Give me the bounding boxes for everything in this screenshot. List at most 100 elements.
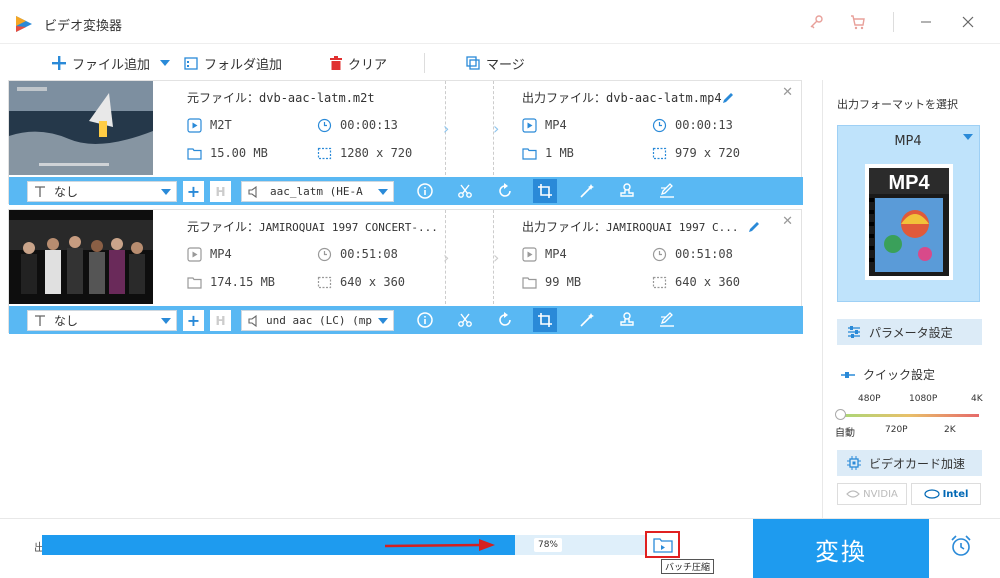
scissors-icon[interactable] bbox=[455, 182, 475, 200]
source-size: 15.00 MB bbox=[210, 146, 268, 160]
remove-file-icon[interactable]: ✕ bbox=[782, 214, 793, 229]
effects-wand-icon[interactable] bbox=[577, 182, 597, 200]
output-duration: 00:51:08 bbox=[675, 247, 733, 261]
parameter-settings-button[interactable]: パラメータ設定 bbox=[837, 319, 982, 345]
remove-file-icon[interactable]: ✕ bbox=[782, 85, 793, 100]
nvidia-eye-icon bbox=[846, 490, 860, 498]
output-size: 1 MB bbox=[545, 146, 574, 160]
bottom-bar: 出 78% バッチ圧縮 変換 bbox=[0, 518, 1000, 578]
clear-button[interactable]: クリア bbox=[330, 53, 387, 73]
merge-button[interactable]: マージ bbox=[466, 53, 525, 73]
source-resolution: 640 x 360 bbox=[340, 275, 406, 289]
output-format: MP4 bbox=[545, 247, 567, 261]
edit-pencil-icon[interactable] bbox=[721, 91, 735, 105]
watermark-stamp-icon[interactable] bbox=[617, 311, 637, 329]
source-label: 元ファイル： bbox=[187, 220, 260, 234]
clock-icon bbox=[317, 247, 332, 261]
subtitle-edit-icon[interactable] bbox=[657, 311, 677, 329]
quality-tick-720p: 720P bbox=[885, 425, 908, 435]
batch-compress-button[interactable] bbox=[645, 531, 680, 558]
file-toolbar: なし + H aac_latm (HE-A bbox=[9, 177, 803, 205]
add-file-dropdown[interactable] bbox=[160, 53, 170, 73]
source-info: 元ファイル：JAMIROQUAI 1997 CONCERT-... MP4 00… bbox=[187, 218, 447, 296]
trash-icon bbox=[330, 56, 342, 70]
subtitle-select[interactable]: なし bbox=[27, 310, 177, 331]
scissors-icon[interactable] bbox=[455, 311, 475, 329]
watermark-stamp-icon[interactable] bbox=[617, 182, 637, 200]
rotate-icon[interactable] bbox=[495, 182, 515, 200]
source-format: M2T bbox=[210, 118, 232, 132]
add-file-label: ファイル追加 bbox=[72, 57, 151, 73]
audio-track-select[interactable]: aac_latm (HE-A bbox=[241, 181, 394, 202]
crop-icon[interactable] bbox=[533, 308, 557, 332]
rotate-icon[interactable] bbox=[495, 311, 515, 329]
video-format-icon bbox=[187, 117, 202, 133]
format-caret-icon[interactable] bbox=[963, 134, 973, 140]
output-label: 出力ファイル： bbox=[522, 91, 607, 105]
source-info: 元ファイル：dvb-aac-latm.m2t M2T 00:00:13 15.0… bbox=[187, 89, 447, 167]
quality-slider-handle[interactable] bbox=[835, 409, 846, 420]
source-filename: dvb-aac-latm.m2t bbox=[259, 91, 375, 105]
add-folder-button[interactable]: フォルダ追加 bbox=[184, 53, 282, 73]
effects-wand-icon[interactable] bbox=[577, 311, 597, 329]
clock-icon bbox=[317, 118, 332, 132]
gpu-acceleration-button[interactable]: ビデオカード加速 bbox=[837, 450, 982, 476]
add-file-button[interactable]: ファイル追加 bbox=[52, 53, 150, 73]
convert-button[interactable]: 変換 bbox=[753, 519, 929, 578]
source-size: 174.15 MB bbox=[210, 275, 276, 289]
intel-ring-icon bbox=[923, 489, 940, 499]
info-icon[interactable] bbox=[415, 311, 435, 329]
minimize-icon[interactable] bbox=[914, 12, 938, 32]
output-duration: 00:00:13 bbox=[675, 118, 733, 132]
nvidia-logo[interactable]: NVIDIA bbox=[837, 483, 907, 505]
chevron-right-icon: › bbox=[493, 119, 500, 138]
crop-icon[interactable] bbox=[533, 179, 557, 203]
format-name: MP4 bbox=[894, 134, 922, 149]
add-subtitle-button[interactable]: + bbox=[183, 310, 204, 331]
conversion-progress-bar: 78% bbox=[42, 535, 648, 555]
output-resolution: 979 x 720 bbox=[675, 146, 741, 160]
info-icon[interactable] bbox=[415, 182, 435, 200]
text-icon bbox=[35, 185, 45, 197]
sliders-icon bbox=[848, 326, 860, 338]
source-format: MP4 bbox=[210, 247, 232, 261]
resolution-icon bbox=[652, 276, 667, 288]
alarm-clock-icon[interactable] bbox=[949, 534, 973, 558]
source-duration: 00:00:13 bbox=[340, 118, 398, 132]
output-label: 出力ファイル： bbox=[522, 220, 607, 234]
hevc-icon[interactable]: H bbox=[210, 181, 231, 202]
add-subtitle-button[interactable]: + bbox=[183, 181, 204, 202]
caret-down-icon bbox=[160, 60, 170, 66]
file-item[interactable]: 元ファイル：dvb-aac-latm.m2t M2T 00:00:13 15.0… bbox=[8, 80, 803, 205]
source-duration: 00:51:08 bbox=[340, 247, 398, 261]
video-format-icon bbox=[187, 246, 202, 262]
subtitle-select[interactable]: なし bbox=[27, 181, 177, 202]
file-item[interactable]: 元ファイル：JAMIROQUAI 1997 CONCERT-... MP4 00… bbox=[8, 209, 803, 334]
cart-icon[interactable] bbox=[846, 12, 870, 32]
edit-pencil-icon[interactable] bbox=[747, 220, 761, 234]
quality-tick-4k: 4K bbox=[971, 394, 983, 404]
merge-icon bbox=[466, 56, 480, 70]
subtitle-edit-icon[interactable] bbox=[657, 182, 677, 200]
merge-label: マージ bbox=[486, 57, 525, 73]
output-format-selector[interactable]: MP4 MP4 bbox=[837, 125, 980, 302]
intel-logo[interactable]: Intel bbox=[911, 483, 981, 505]
folder-icon bbox=[184, 57, 198, 70]
toolbar: ファイル追加 フォルダ追加 クリア マージ bbox=[0, 44, 1000, 80]
app-logo-icon bbox=[16, 16, 32, 32]
video-thumbnail[interactable] bbox=[9, 81, 153, 175]
audio-track-select[interactable]: und aac (LC) (mp bbox=[241, 310, 394, 331]
key-icon[interactable] bbox=[804, 12, 828, 32]
red-arrow-annotation bbox=[385, 539, 495, 551]
quality-slider-track[interactable] bbox=[839, 414, 979, 417]
quality-tick-1080p: 1080P bbox=[909, 394, 938, 404]
video-thumbnail[interactable] bbox=[9, 210, 153, 304]
output-format: MP4 bbox=[545, 118, 567, 132]
hevc-icon[interactable]: H bbox=[210, 310, 231, 331]
close-window-icon[interactable] bbox=[956, 12, 980, 32]
speaker-icon bbox=[248, 185, 257, 198]
folder-size-icon bbox=[522, 276, 537, 289]
video-format-icon bbox=[522, 246, 537, 262]
mp4-format-icon: MP4 bbox=[865, 164, 953, 280]
chip-icon bbox=[847, 456, 861, 470]
